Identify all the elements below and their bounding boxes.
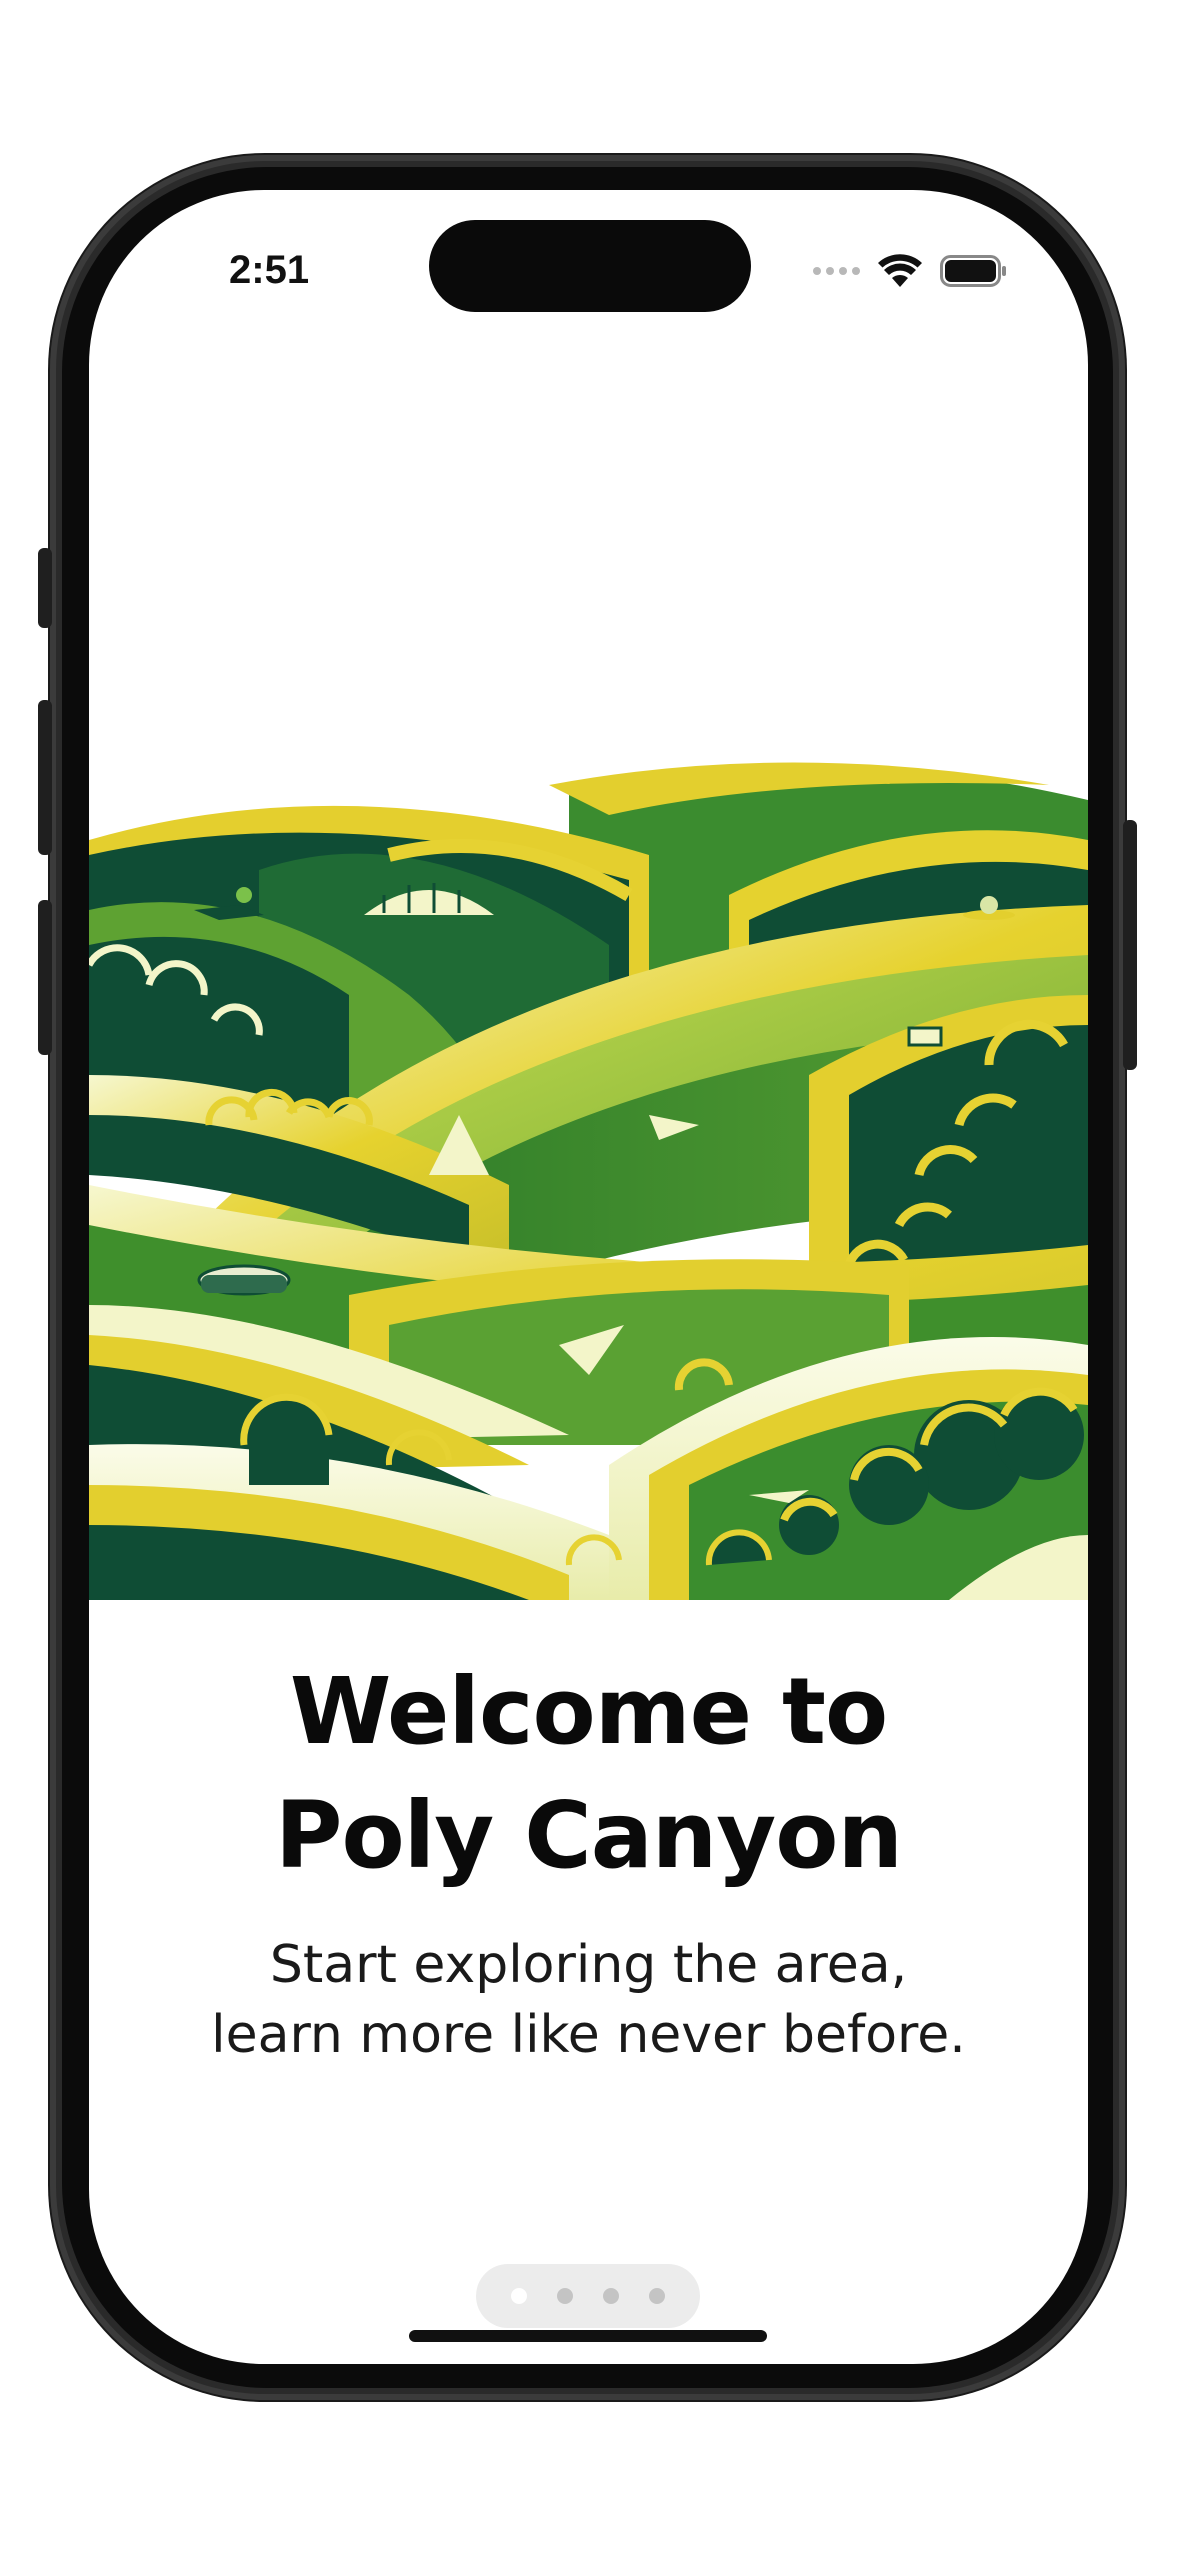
hero-illustration	[89, 762, 1088, 1600]
action-button	[38, 548, 52, 628]
status-time: 2:51	[229, 248, 310, 292]
welcome-subtitle: Start exploring the area, learn more lik…	[89, 1930, 1088, 2070]
page-dot-3[interactable]	[603, 2288, 619, 2304]
title-line-1: Welcome to	[289, 1658, 888, 1765]
device-mockup: 2:51 Welcome to Poly Canyon Start explor…	[0, 0, 1179, 2556]
page-dot-4[interactable]	[649, 2288, 665, 2304]
screen: 2:51 Welcome to Poly Canyon Start explor…	[89, 190, 1088, 2364]
page-dot-2[interactable]	[557, 2288, 573, 2304]
dynamic-island	[429, 220, 751, 312]
volume-down-button	[38, 900, 52, 1055]
title-line-2: Poly Canyon	[275, 1782, 903, 1889]
wifi-icon	[878, 254, 922, 287]
page-indicator[interactable]	[476, 2264, 700, 2328]
volume-up-button	[38, 700, 52, 855]
power-button	[1123, 820, 1137, 1070]
subtitle-line-2: learn more like never before.	[211, 2005, 966, 2065]
home-indicator[interactable]	[409, 2330, 767, 2342]
subtitle-line-1: Start exploring the area,	[269, 1935, 908, 1995]
status-icons	[813, 246, 1008, 296]
welcome-title: Welcome to Poly Canyon	[89, 1650, 1088, 1898]
cellular-signal-icon	[813, 267, 860, 275]
battery-icon	[940, 255, 1006, 287]
page-dot-1[interactable]	[511, 2288, 527, 2304]
